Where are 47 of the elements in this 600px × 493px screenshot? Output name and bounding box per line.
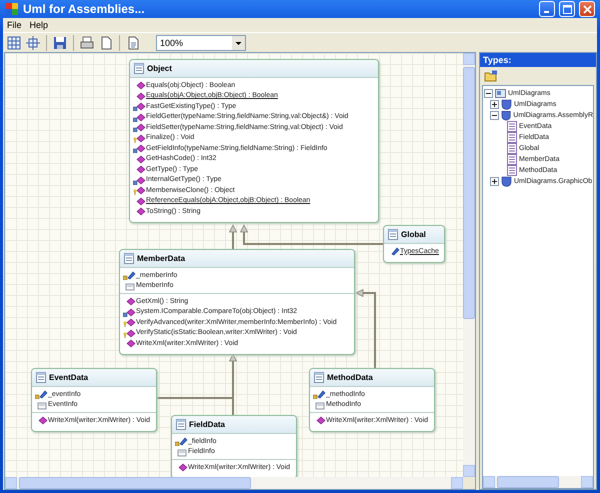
class-name: MethodData xyxy=(327,373,373,382)
class-icon xyxy=(36,372,46,383)
class-icon xyxy=(507,154,517,165)
collapse-icon[interactable] xyxy=(484,89,493,98)
panel-title: Types: xyxy=(480,53,596,67)
fit-icon[interactable] xyxy=(25,34,41,50)
folder-icon[interactable] xyxy=(484,70,498,82)
class-box[interactable] xyxy=(129,59,379,222)
minimize-button[interactable] xyxy=(539,1,555,17)
collapse-icon[interactable] xyxy=(490,111,499,120)
class-box[interactable] xyxy=(119,249,355,354)
expand-icon[interactable] xyxy=(490,100,499,109)
assembly-icon xyxy=(495,88,506,99)
namespace-icon xyxy=(501,110,512,121)
save-icon[interactable] xyxy=(52,34,68,50)
close-icon[interactable] xyxy=(582,4,592,14)
namespace-icon xyxy=(501,176,512,187)
zoom-dropdown[interactable]: 100% xyxy=(156,34,246,50)
class-name: EventData xyxy=(49,373,88,382)
class-icon xyxy=(314,372,324,383)
horizontal-scrollbar[interactable] xyxy=(5,477,463,489)
menu-item[interactable]: Help xyxy=(30,20,48,30)
class-name: FieldData xyxy=(189,420,226,429)
class-name: Global xyxy=(401,230,426,239)
class-icon xyxy=(507,121,517,132)
class-icon xyxy=(176,419,186,430)
vertical-scrollbar[interactable] xyxy=(463,53,475,477)
namespace-icon xyxy=(501,99,512,110)
close-button[interactable] xyxy=(579,1,595,17)
grid-icon[interactable] xyxy=(6,34,22,50)
class-icon xyxy=(507,143,517,154)
menu-item[interactable]: File xyxy=(7,20,22,30)
class-name: MemberData xyxy=(137,254,186,263)
print-icon[interactable] xyxy=(79,34,95,50)
maximize-icon[interactable] xyxy=(562,4,572,14)
app-icon xyxy=(5,2,19,16)
horizontal-scrollbar[interactable] xyxy=(483,476,593,488)
inheritance-arrow xyxy=(228,224,238,249)
class-icon xyxy=(124,253,134,264)
class-name: Object xyxy=(147,64,172,73)
maximize-button[interactable] xyxy=(559,1,575,17)
window-title: Uml for Assemblies... xyxy=(23,2,146,16)
class-icon xyxy=(507,132,517,143)
class-icon xyxy=(134,63,144,74)
class-icon xyxy=(388,229,398,240)
expand-icon[interactable] xyxy=(490,177,499,186)
class-icon xyxy=(507,165,517,176)
